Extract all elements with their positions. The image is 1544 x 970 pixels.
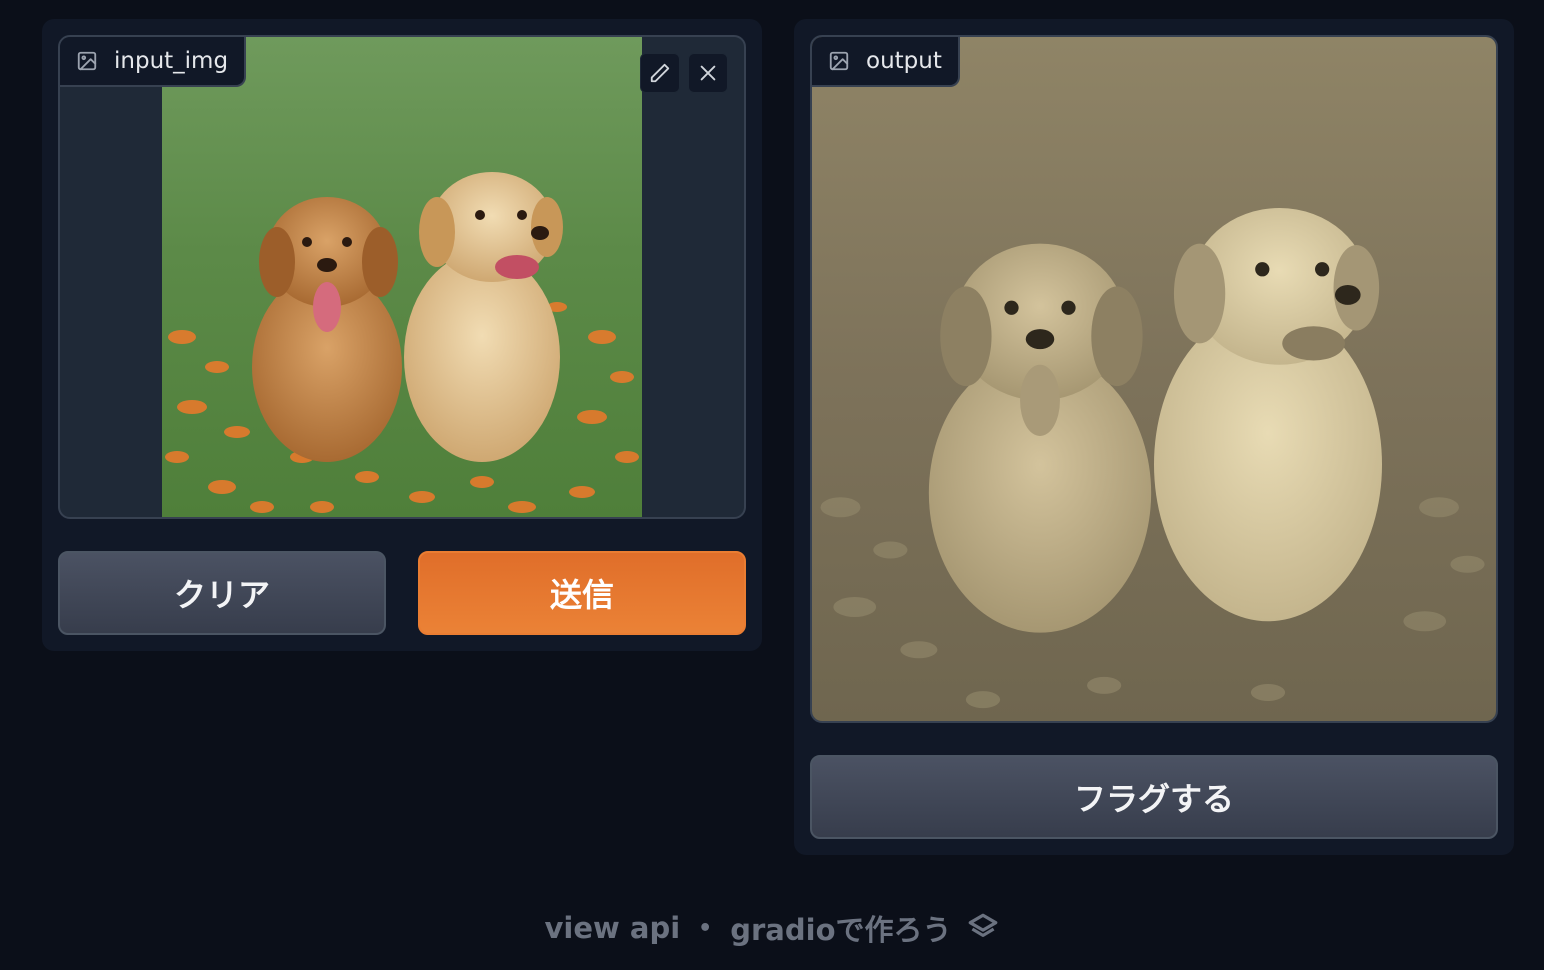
output-panel: output フラグする bbox=[794, 19, 1514, 855]
output-image-block: output bbox=[810, 35, 1498, 723]
output-image bbox=[812, 37, 1496, 721]
gradio-logo-icon bbox=[966, 911, 1000, 945]
image-icon bbox=[828, 50, 850, 72]
output-label-text: output bbox=[866, 48, 942, 74]
submit-button[interactable]: 送信 bbox=[418, 551, 746, 635]
image-icon bbox=[76, 50, 98, 72]
footer-separator: • bbox=[698, 915, 713, 941]
output-image-label: output bbox=[812, 37, 960, 87]
footer: view api • gradioで作ろう bbox=[0, 900, 1544, 956]
input-panel: input_img クリア 送信 bbox=[42, 19, 762, 651]
input-label-text: input_img bbox=[114, 48, 229, 74]
input-image-block[interactable]: input_img bbox=[58, 35, 746, 519]
input-image-label: input_img bbox=[60, 37, 247, 87]
clear-button[interactable]: クリア bbox=[58, 551, 386, 635]
close-icon bbox=[697, 62, 719, 84]
view-api-link[interactable]: view api bbox=[545, 911, 681, 945]
input-image bbox=[162, 37, 642, 517]
clear-image-button[interactable] bbox=[688, 53, 728, 93]
edit-button[interactable] bbox=[640, 53, 680, 93]
flag-button[interactable]: フラグする bbox=[810, 755, 1498, 839]
image-tools bbox=[640, 53, 728, 93]
edit-icon bbox=[649, 62, 671, 84]
built-with-text: gradioで作ろう bbox=[730, 913, 952, 947]
built-with-gradio-link[interactable]: gradioで作ろう bbox=[730, 907, 999, 949]
